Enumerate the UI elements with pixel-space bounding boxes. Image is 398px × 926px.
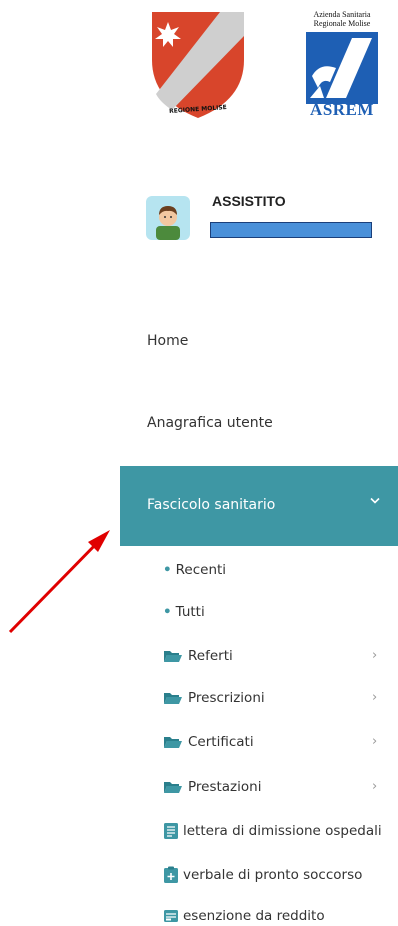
document-icon	[164, 823, 178, 839]
chevron-right-icon[interactable]: ›	[372, 779, 377, 794]
menu-item-home[interactable]: Home	[147, 333, 188, 349]
asrem-caption-line1: Azienda Sanitaria	[313, 10, 371, 19]
submenu-label-referti: Referti	[188, 648, 233, 664]
submenu-item-prescrizioni[interactable]: Prescrizioni	[163, 690, 265, 706]
submenu-item-recenti[interactable]: • Recenti	[163, 562, 226, 578]
submenu-item-verbale-pronto-soccorso[interactable]: verbale di pronto soccorso	[163, 866, 362, 884]
user-role-label: ASSISTITO	[212, 193, 286, 209]
submenu-label-lettera: lettera di dimissione ospedali	[183, 823, 382, 839]
submenu-label-prestazioni: Prestazioni	[188, 779, 262, 795]
submenu-item-referti[interactable]: Referti	[163, 648, 233, 664]
chevron-right-icon[interactable]: ›	[372, 648, 377, 663]
submenu-label-recenti: Recenti	[175, 562, 227, 578]
asrem-logo-mark	[306, 32, 378, 104]
bullet-icon: •	[163, 562, 172, 578]
asrem-caption: Azienda Sanitaria Regionale Molise	[298, 10, 386, 28]
chevron-down-icon[interactable]	[370, 494, 380, 508]
submenu-item-tutti[interactable]: • Tutti	[163, 604, 205, 620]
submenu-label-certificati: Certificati	[188, 734, 254, 750]
submenu-item-lettera-dimissione[interactable]: lettera di dimissione ospedali	[163, 822, 382, 840]
submenu-label-tutti: Tutti	[175, 604, 205, 620]
submenu-item-certificati[interactable]: Certificati	[163, 734, 254, 750]
asrem-caption-line2: Regionale Molise	[313, 19, 371, 28]
asrem-wordmark: ASREM	[310, 100, 374, 119]
id-card-icon	[164, 910, 178, 922]
bullet-icon: •	[163, 604, 172, 620]
red-annotation-arrow	[8, 530, 110, 634]
folder-open-icon	[164, 651, 182, 662]
user-avatar-icon	[146, 196, 190, 240]
folder-open-icon	[164, 782, 182, 793]
submenu-label-verbale: verbale di pronto soccorso	[183, 867, 363, 883]
chevron-right-icon[interactable]: ›	[372, 734, 377, 749]
chevron-right-icon[interactable]: ›	[372, 690, 377, 705]
submenu-item-prestazioni[interactable]: Prestazioni	[163, 779, 261, 795]
menu-item-anagrafica[interactable]: Anagrafica utente	[147, 415, 273, 431]
menu-item-fascicolo-label: Fascicolo sanitario	[147, 497, 276, 513]
folder-open-icon	[164, 693, 182, 704]
user-name-redacted	[210, 222, 372, 238]
clipboard-medical-icon	[164, 866, 178, 883]
submenu-label-prescrizioni: Prescrizioni	[188, 690, 265, 706]
submenu-label-esenzione: esenzione da reddito	[183, 908, 325, 924]
folder-open-icon	[164, 737, 182, 748]
menu-item-fascicolo-sanitario[interactable]: Fascicolo sanitario	[120, 466, 398, 546]
submenu-item-esenzione-reddito[interactable]: esenzione da reddito	[163, 908, 325, 924]
